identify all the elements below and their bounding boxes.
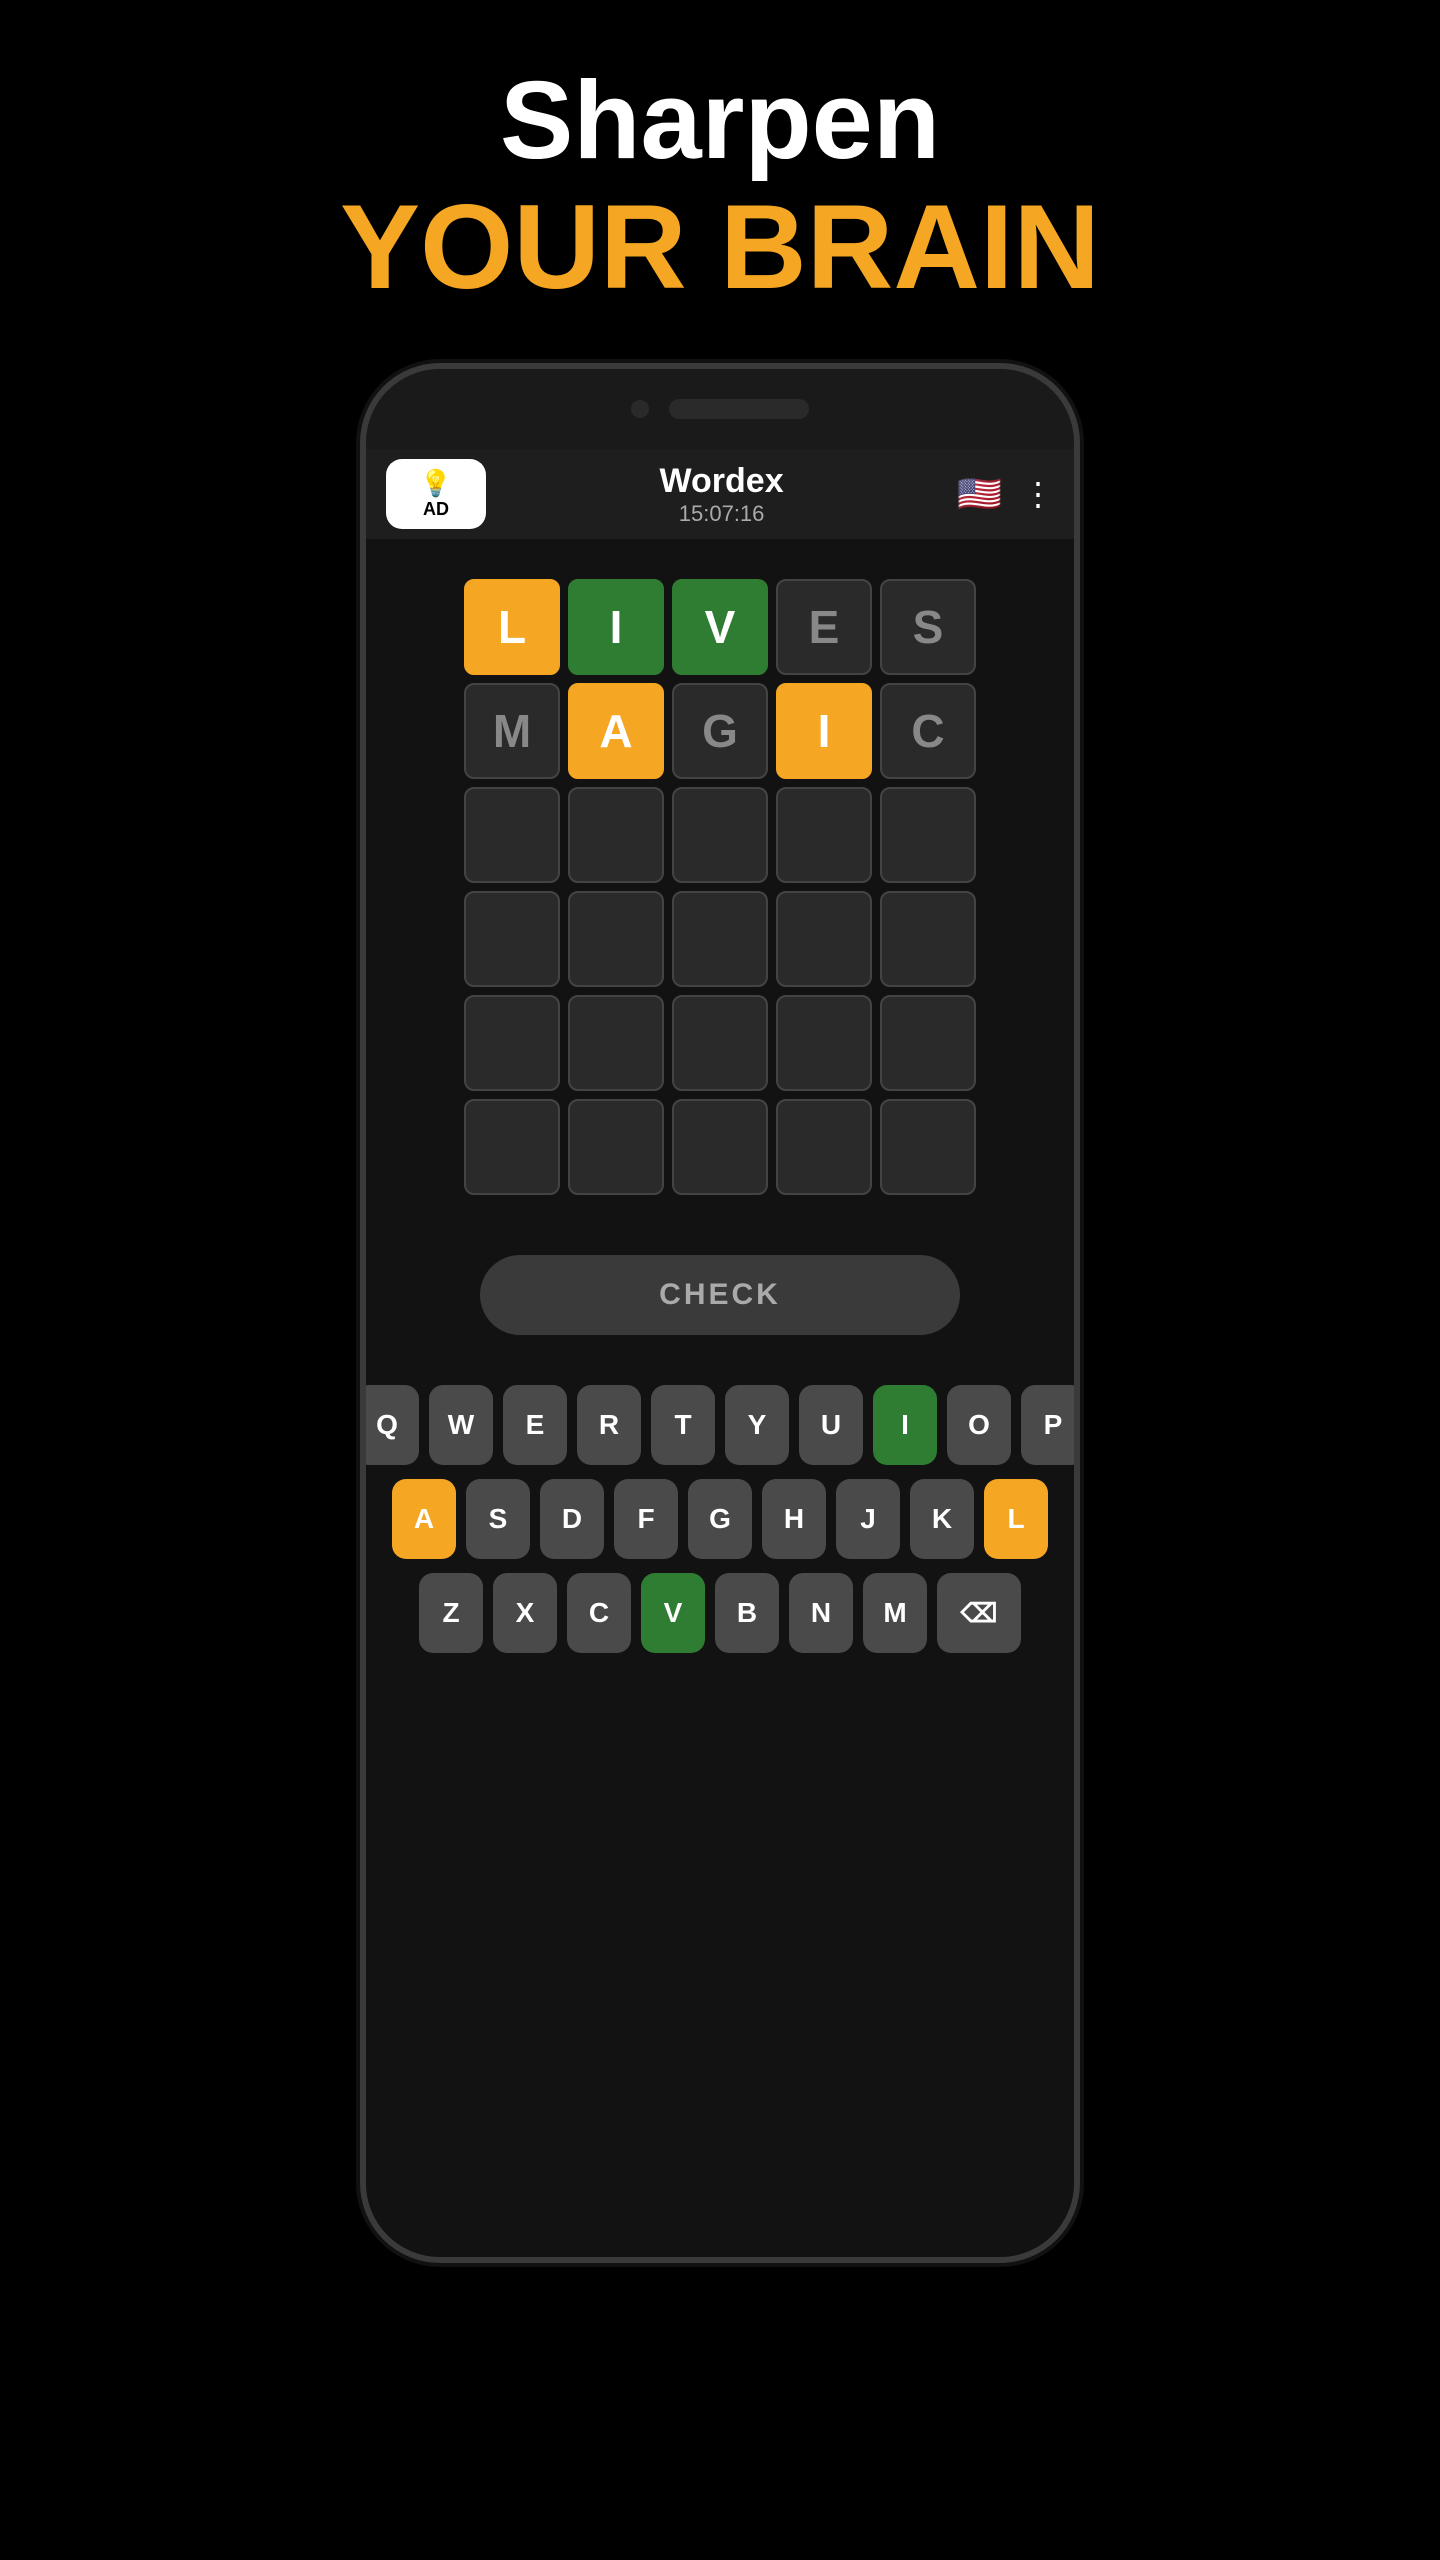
- grid-cell-0-4: S: [880, 579, 976, 675]
- key-S[interactable]: S: [466, 1479, 530, 1559]
- grid-cell-5-0: [464, 1099, 560, 1195]
- grid-cell-2-0: [464, 787, 560, 883]
- menu-icon[interactable]: ⋮: [1022, 475, 1054, 513]
- key-Z[interactable]: Z: [419, 1573, 483, 1653]
- game-grid: LIVESMAGIC: [464, 579, 976, 1195]
- phone-top-bar: [366, 369, 1074, 449]
- hero-line2: YOUR BRAIN: [340, 181, 1100, 313]
- grid-cell-4-0: [464, 995, 560, 1091]
- grid-cell-1-0: M: [464, 683, 560, 779]
- grid-cell-0-0: L: [464, 579, 560, 675]
- key-A[interactable]: A: [392, 1479, 456, 1559]
- grid-row-0: LIVES: [464, 579, 976, 675]
- flag-icon: 🇺🇸: [957, 473, 1002, 515]
- keyboard-row-1: ASDFGHJKL: [392, 1479, 1048, 1559]
- key-V[interactable]: V: [641, 1573, 705, 1653]
- grid-cell-4-2: [672, 995, 768, 1091]
- key-N[interactable]: N: [789, 1573, 853, 1653]
- grid-cell-5-2: [672, 1099, 768, 1195]
- key-Q[interactable]: Q: [360, 1385, 419, 1465]
- grid-cell-1-4: C: [880, 683, 976, 779]
- grid-cell-1-3: I: [776, 683, 872, 779]
- check-button-label: CHECK: [659, 1278, 781, 1312]
- grid-row-3: [464, 891, 976, 987]
- key-C[interactable]: C: [567, 1573, 631, 1653]
- key-B[interactable]: B: [715, 1573, 779, 1653]
- hero-section: Sharpen YOUR BRAIN: [340, 60, 1100, 313]
- key-H[interactable]: H: [762, 1479, 826, 1559]
- key-D[interactable]: D: [540, 1479, 604, 1559]
- grid-cell-1-2: G: [672, 683, 768, 779]
- grid-cell-3-2: [672, 891, 768, 987]
- key-O[interactable]: O: [947, 1385, 1011, 1465]
- grid-row-2: [464, 787, 976, 883]
- key-⌫[interactable]: ⌫: [937, 1573, 1021, 1653]
- grid-cell-0-2: V: [672, 579, 768, 675]
- key-X[interactable]: X: [493, 1573, 557, 1653]
- key-Y[interactable]: Y: [725, 1385, 789, 1465]
- keyboard: QWERTYUIOP ASDFGHJKL ZXCVBNM⌫: [360, 1385, 1080, 1683]
- app-header: 💡 AD Wordex 15:07:16 🇺🇸 ⋮: [366, 449, 1074, 539]
- phone-speaker: [669, 399, 809, 419]
- app-title-container: Wordex 15:07:16: [660, 462, 784, 527]
- keyboard-row-0: QWERTYUIOP: [360, 1385, 1080, 1465]
- hero-line1: Sharpen: [340, 60, 1100, 181]
- grid-cell-3-4: [880, 891, 976, 987]
- key-M[interactable]: M: [863, 1573, 927, 1653]
- key-R[interactable]: R: [577, 1385, 641, 1465]
- key-J[interactable]: J: [836, 1479, 900, 1559]
- ad-label: AD: [423, 499, 449, 520]
- check-button[interactable]: CHECK: [480, 1255, 960, 1335]
- phone-frame: 💡 AD Wordex 15:07:16 🇺🇸 ⋮ LIVESMAGIC CHE…: [360, 363, 1080, 2263]
- key-E[interactable]: E: [503, 1385, 567, 1465]
- key-L[interactable]: L: [984, 1479, 1048, 1559]
- app-header-right: 🇺🇸 ⋮: [957, 473, 1054, 515]
- bulb-icon: 💡: [420, 468, 452, 499]
- grid-cell-4-1: [568, 995, 664, 1091]
- grid-cell-4-4: [880, 995, 976, 1091]
- grid-row-1: MAGIC: [464, 683, 976, 779]
- key-K[interactable]: K: [910, 1479, 974, 1559]
- grid-cell-2-2: [672, 787, 768, 883]
- grid-cell-0-1: I: [568, 579, 664, 675]
- key-F[interactable]: F: [614, 1479, 678, 1559]
- app-screen: 💡 AD Wordex 15:07:16 🇺🇸 ⋮ LIVESMAGIC CHE…: [366, 449, 1074, 2257]
- key-I[interactable]: I: [873, 1385, 937, 1465]
- grid-row-4: [464, 995, 976, 1091]
- side-button: [1076, 719, 1080, 799]
- key-P[interactable]: P: [1021, 1385, 1080, 1465]
- grid-cell-2-3: [776, 787, 872, 883]
- grid-cell-3-1: [568, 891, 664, 987]
- key-G[interactable]: G: [688, 1479, 752, 1559]
- grid-cell-2-4: [880, 787, 976, 883]
- grid-cell-4-3: [776, 995, 872, 1091]
- grid-cell-5-3: [776, 1099, 872, 1195]
- grid-cell-3-0: [464, 891, 560, 987]
- grid-row-5: [464, 1099, 976, 1195]
- grid-cell-1-1: A: [568, 683, 664, 779]
- keyboard-row-2: ZXCVBNM⌫: [419, 1573, 1021, 1653]
- grid-cell-5-1: [568, 1099, 664, 1195]
- grid-cell-2-1: [568, 787, 664, 883]
- phone-camera: [631, 400, 649, 418]
- key-T[interactable]: T: [651, 1385, 715, 1465]
- app-timer: 15:07:16: [679, 501, 765, 527]
- grid-cell-3-3: [776, 891, 872, 987]
- key-U[interactable]: U: [799, 1385, 863, 1465]
- grid-cell-5-4: [880, 1099, 976, 1195]
- app-title: Wordex: [660, 462, 784, 501]
- ad-button[interactable]: 💡 AD: [386, 459, 486, 529]
- key-W[interactable]: W: [429, 1385, 493, 1465]
- grid-cell-0-3: E: [776, 579, 872, 675]
